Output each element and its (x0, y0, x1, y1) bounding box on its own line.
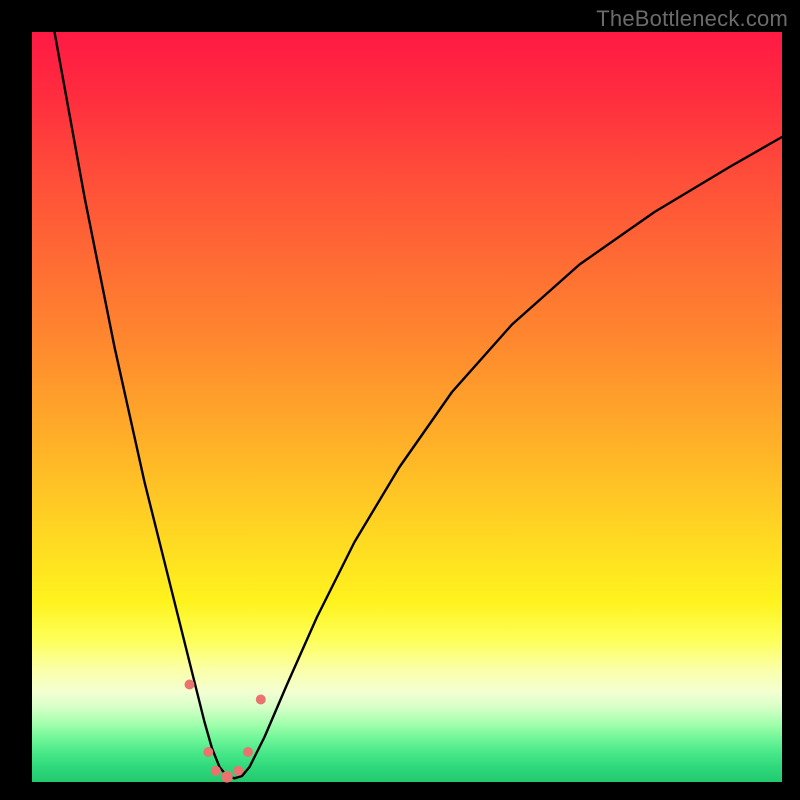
curve-marker (221, 771, 233, 783)
curve-marker (203, 747, 213, 757)
curve-marker (185, 680, 195, 690)
watermark-text: TheBottleneck.com (596, 6, 788, 32)
curve-marker (211, 766, 221, 776)
curve-marker (256, 695, 266, 705)
curve-layer (32, 32, 782, 782)
curve-marker (233, 766, 243, 776)
chart-frame: TheBottleneck.com (0, 0, 800, 800)
curve-marker (243, 747, 253, 757)
bottleneck-curve (55, 32, 783, 778)
plot-area (32, 32, 782, 782)
